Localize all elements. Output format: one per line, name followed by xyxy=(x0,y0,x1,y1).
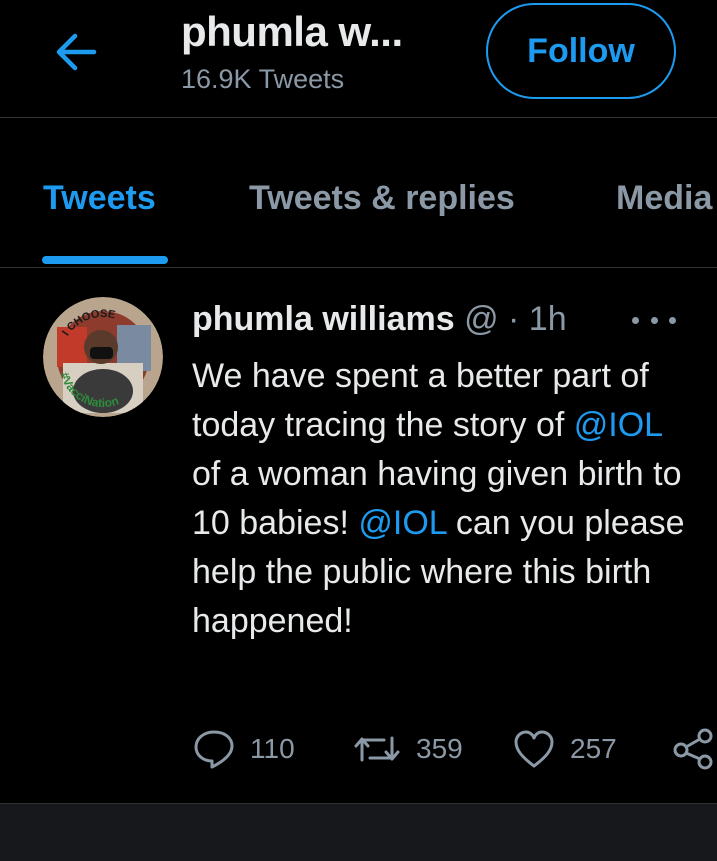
back-button[interactable] xyxy=(50,28,102,76)
reply-count: 110 xyxy=(250,733,295,764)
mention-link[interactable]: @IOL xyxy=(574,406,662,444)
tab-tweets[interactable]: Tweets xyxy=(43,179,156,218)
author-name[interactable]: phumla williams xyxy=(192,300,455,338)
more-dots-icon xyxy=(632,316,639,324)
retweet-count: 359 xyxy=(416,733,463,764)
profile-tabs: Tweets Tweets & replies Media xyxy=(0,119,717,267)
profile-header: phumla w... 16.9K Tweets Follow xyxy=(0,0,717,118)
tweet-author-line: phumla williams @ · 1h xyxy=(192,300,567,339)
avatar-image: I CHOOSE #VacciNation xyxy=(43,297,163,417)
more-dot xyxy=(669,316,676,324)
header-divider xyxy=(0,117,717,118)
tweet-count: 16.9K Tweets xyxy=(181,64,345,94)
more-options-button[interactable] xyxy=(632,308,676,332)
heart-icon xyxy=(514,730,554,768)
like-count: 257 xyxy=(570,733,617,764)
active-tab-indicator xyxy=(42,256,168,264)
author-handle-time: @ · 1h xyxy=(454,300,567,338)
tab-media[interactable]: Media xyxy=(616,179,712,218)
mention-link[interactable]: @IOL xyxy=(358,504,446,542)
avatar[interactable]: I CHOOSE #VacciNation xyxy=(43,297,163,417)
bottom-bar xyxy=(0,804,717,861)
reply-button[interactable]: 110 xyxy=(192,724,295,774)
share-icon xyxy=(673,728,713,770)
share-button[interactable] xyxy=(672,724,716,774)
profile-title: phumla w... xyxy=(181,8,403,55)
tweet[interactable]: I CHOOSE #VacciNation phumla williams @ … xyxy=(0,268,717,803)
retweet-icon xyxy=(354,736,400,762)
arrow-left-icon xyxy=(56,33,97,71)
tweet-text: We have spent a better part of today tra… xyxy=(192,352,692,646)
tab-tweets-replies[interactable]: Tweets & replies xyxy=(249,179,515,218)
tweet-actions: 110 359 257 xyxy=(0,724,717,774)
reply-icon xyxy=(194,730,234,769)
like-button[interactable]: 257 xyxy=(512,724,617,774)
more-dot xyxy=(650,316,658,324)
follow-button[interactable]: Follow xyxy=(486,3,676,99)
retweet-button[interactable]: 359 xyxy=(352,724,463,774)
